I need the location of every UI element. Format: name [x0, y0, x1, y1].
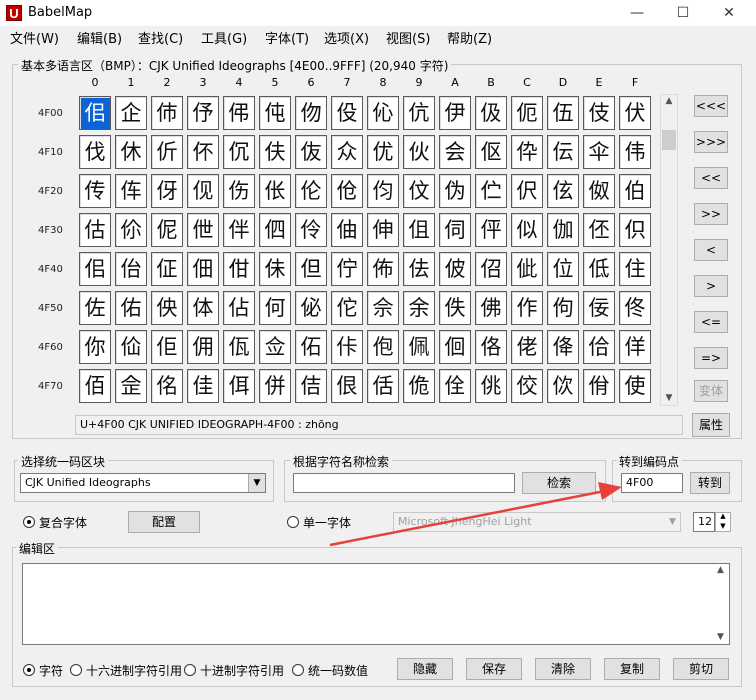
- annotation-arrow-icon: [329, 482, 622, 547]
